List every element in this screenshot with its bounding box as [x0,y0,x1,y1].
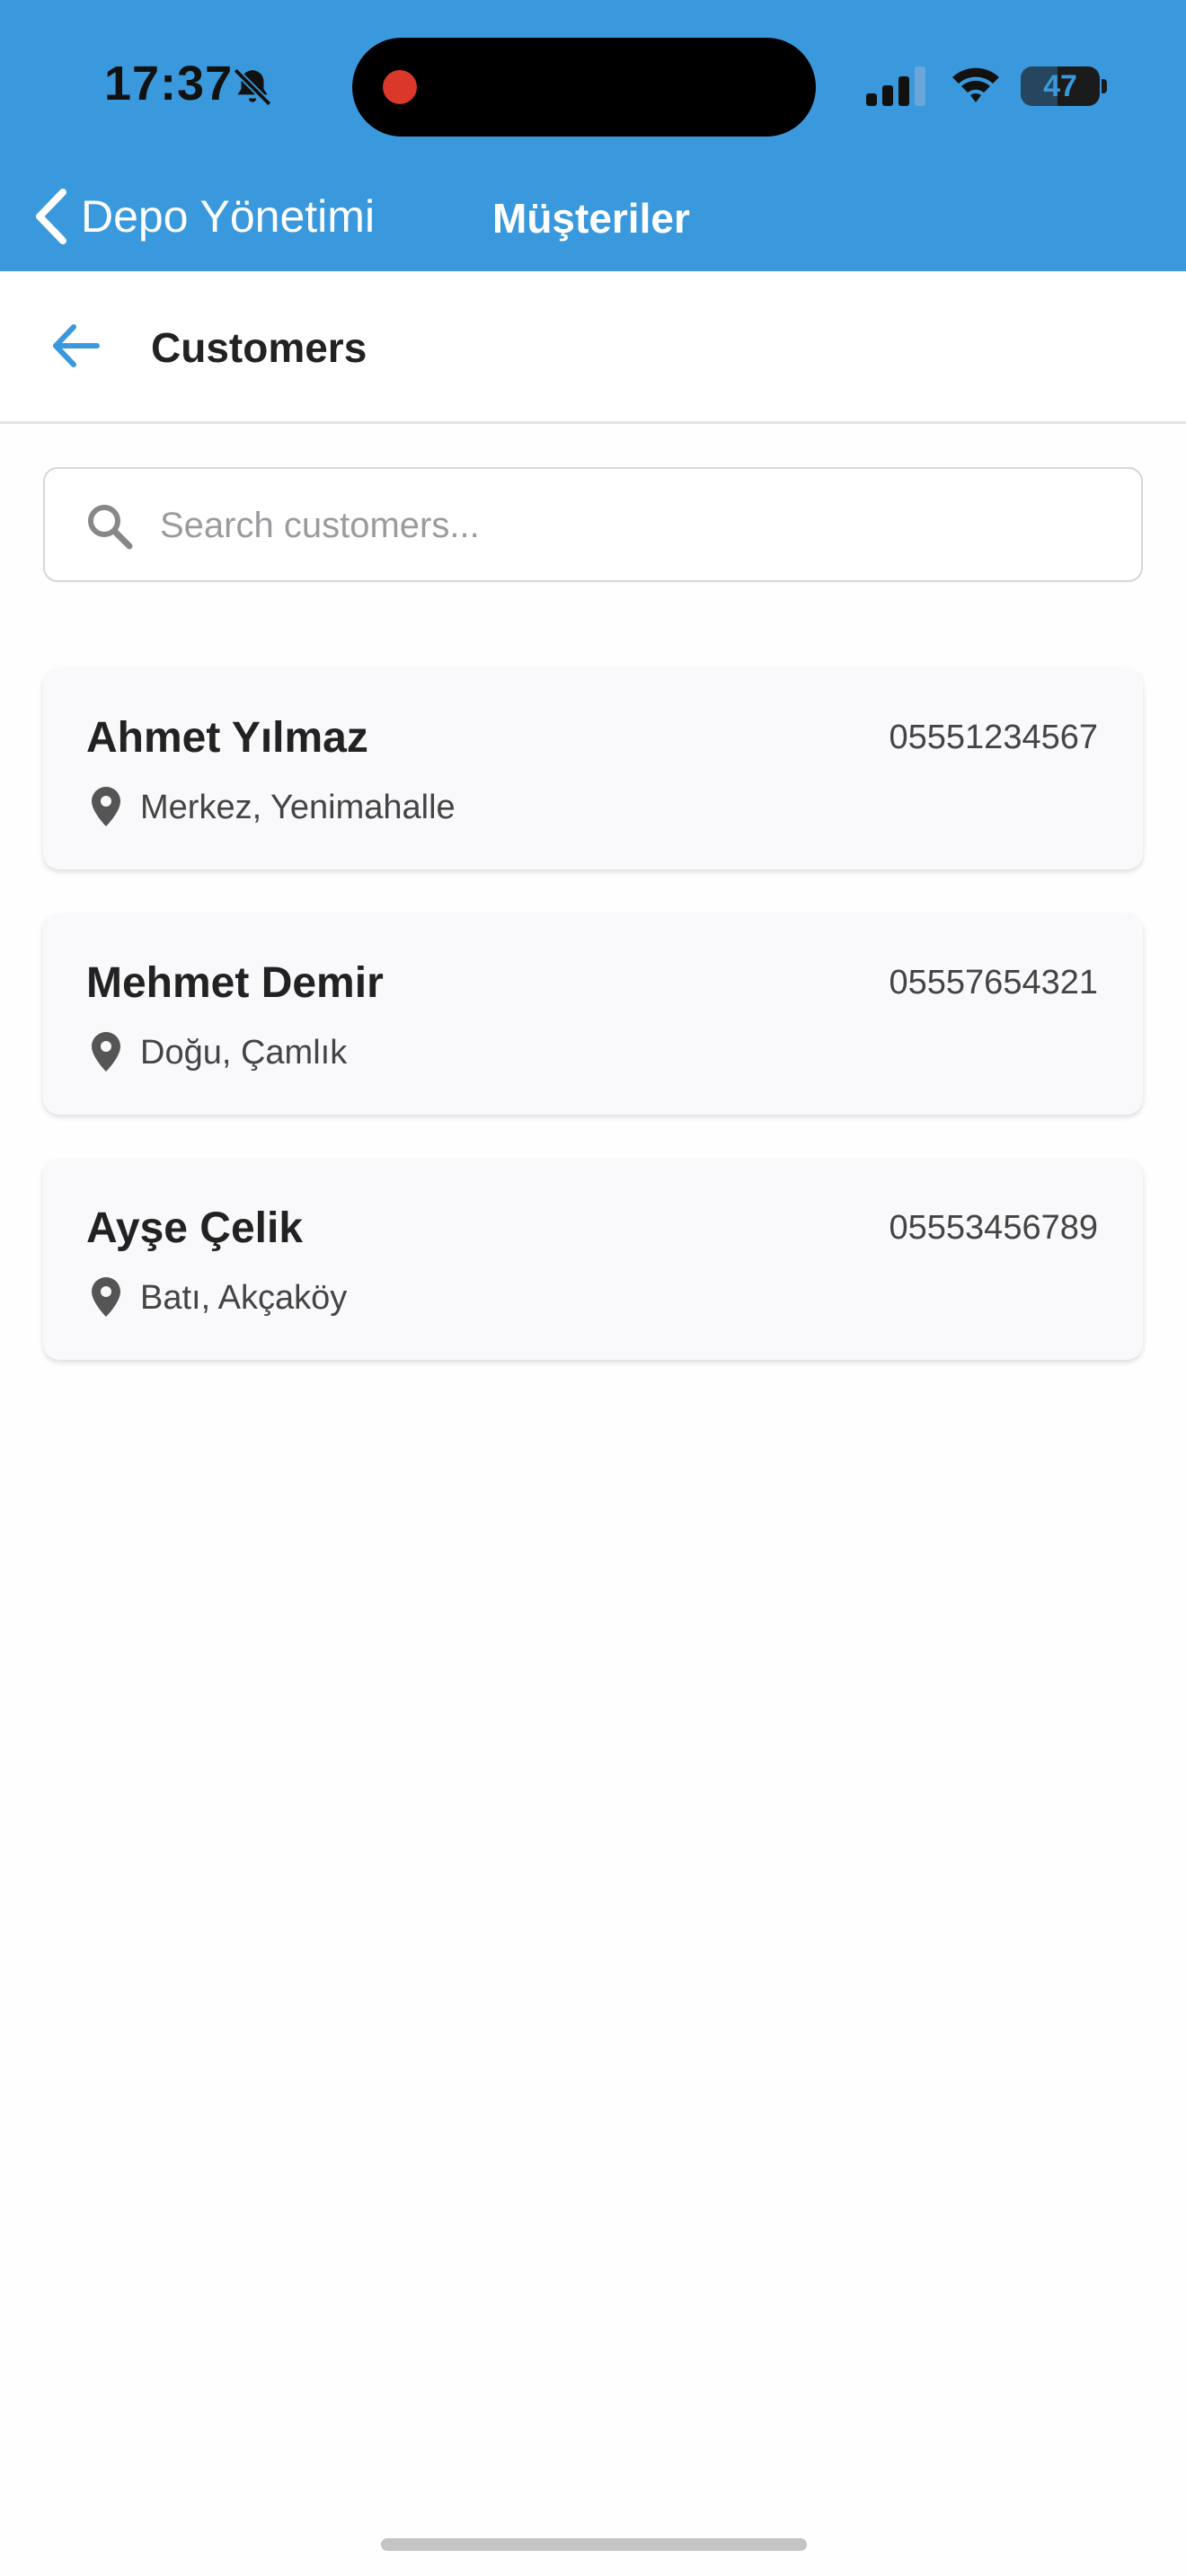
chevron-left-icon [36,189,66,244]
customer-location: Batı, Akçaköy [140,1279,348,1317]
arrow-left-icon[interactable] [47,316,106,375]
map-pin-icon [92,787,120,826]
customer-phone: 05557654321 [889,964,1098,1001]
nav-title: Müşteriler [492,195,690,242]
cellular-signal-icon [866,66,925,106]
customer-phone: 05553456789 [889,1209,1098,1247]
nav-back-button[interactable]: Depo Yönetimi [32,187,375,246]
battery-percent: 47 [1043,68,1077,103]
customer-card[interactable]: Mehmet Demir 05557654321 Doğu, Çamlık [43,913,1143,1115]
home-indicator[interactable] [381,2538,807,2551]
nav-back-label: Depo Yönetimi [81,191,376,242]
wifi-icon [952,67,999,102]
bell-slash-icon [233,67,272,107]
page-title: Customers [151,324,367,371]
battery-indicator: 47 [1021,66,1100,106]
customer-list: Ahmet Yılmaz 05551234567 Merkez, Yenimah… [43,668,1143,1404]
customer-name: Ahmet Yılmaz [86,714,368,762]
recording-indicator [383,70,417,104]
search-icon [88,505,133,550]
search-box [43,467,1143,582]
page-header: Customers [0,271,1186,424]
battery-nub [1102,79,1107,93]
map-pin-icon [92,1032,120,1072]
customer-location: Doğu, Çamlık [140,1034,348,1072]
customer-name: Mehmet Demir [86,959,384,1007]
status-time: 17:37 [104,57,234,110]
top-bar: 17:37 47 Depo Yönetimi Müşteriler [0,0,1186,271]
map-pin-icon [92,1277,120,1317]
customer-phone: 05551234567 [889,719,1098,756]
customer-name: Ayşe Çelik [86,1204,304,1252]
customer-card[interactable]: Ayşe Çelik 05553456789 Batı, Akçaköy [43,1159,1143,1360]
search-input[interactable] [160,490,1112,560]
customer-location: Merkez, Yenimahalle [140,789,456,826]
customer-card[interactable]: Ahmet Yılmaz 05551234567 Merkez, Yenimah… [43,668,1143,869]
dynamic-island [352,38,816,137]
